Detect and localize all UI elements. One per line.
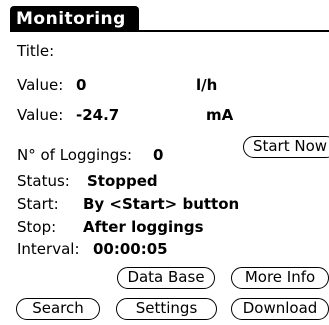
value1-unit: l/h <box>196 76 218 94</box>
start-value: By <Start> button <box>83 195 240 213</box>
data-base-button[interactable]: Data Base <box>117 267 215 289</box>
stop-label: Stop: <box>17 218 57 236</box>
value2-value: -24.7 <box>76 106 120 124</box>
loggings-label: N° of Loggings: <box>17 146 133 164</box>
settings-button[interactable]: Settings <box>116 298 217 320</box>
interval-label: Interval: <box>17 240 80 258</box>
value2-unit: mA <box>206 106 234 124</box>
title-label: Title: <box>17 42 55 60</box>
app-title: Monitoring <box>10 6 139 32</box>
value2-label: Value: <box>17 106 64 124</box>
download-button[interactable]: Download <box>231 298 329 320</box>
status-value: Stopped <box>87 172 158 190</box>
title-divider <box>10 30 329 32</box>
more-info-button[interactable]: More Info <box>231 267 329 289</box>
interval-value: 00:00:05 <box>93 240 168 258</box>
start-label: Start: <box>17 195 59 213</box>
start-now-button[interactable]: Start Now <box>243 136 329 158</box>
loggings-value: 0 <box>153 146 164 164</box>
value1-value: 0 <box>76 76 87 94</box>
status-label: Status: <box>17 172 70 190</box>
search-button[interactable]: Search <box>16 298 100 320</box>
stop-value: After loggings <box>83 218 204 236</box>
value1-label: Value: <box>17 76 64 94</box>
